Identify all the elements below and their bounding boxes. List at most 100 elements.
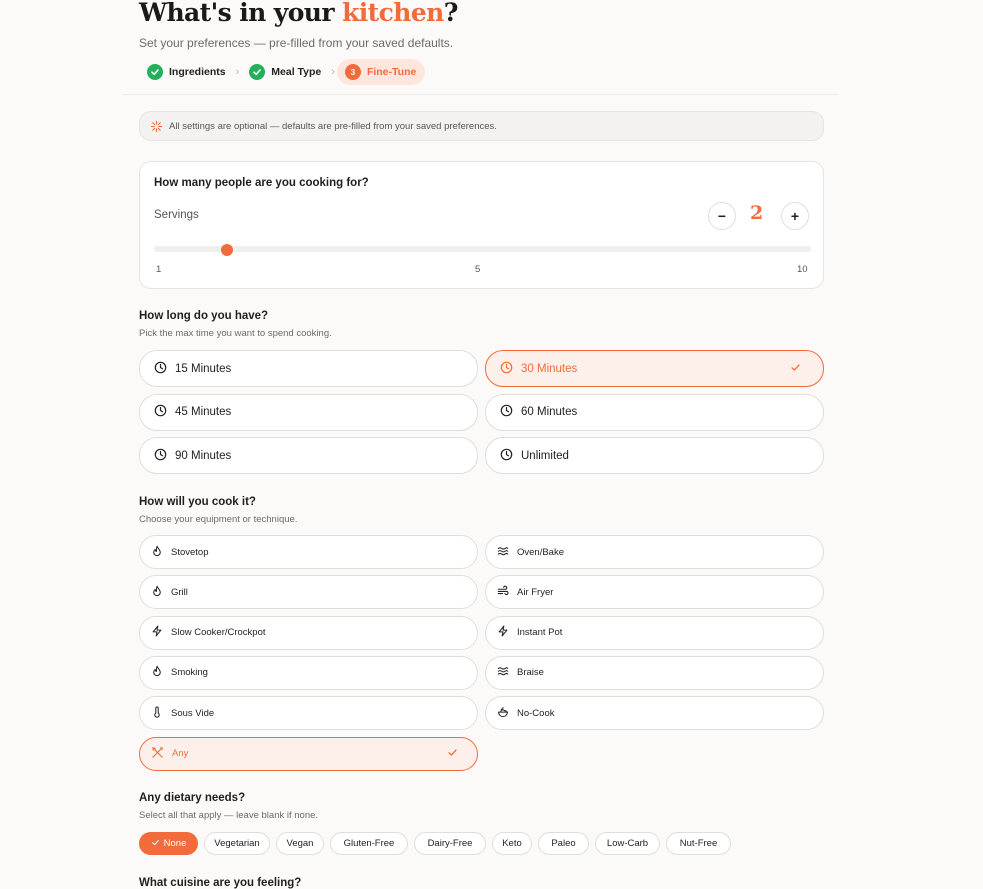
time-option-label: Unlimited bbox=[521, 449, 569, 462]
diet-heading: Any dietary needs? bbox=[139, 792, 246, 804]
diet-chip[interactable]: Paleo bbox=[538, 832, 589, 855]
step-label: Fine-Tune bbox=[366, 66, 417, 78]
equipment-option-label: Slow Cooker/Crockpot bbox=[171, 627, 266, 639]
flame-icon bbox=[151, 665, 171, 680]
zap-icon bbox=[497, 625, 517, 640]
page-title-accent: kitchen bbox=[342, 0, 444, 27]
clock-icon bbox=[154, 404, 175, 420]
equipment-option[interactable]: Stovetop bbox=[139, 535, 478, 569]
step-meal-type[interactable]: Meal Type bbox=[241, 59, 329, 85]
equipment-option[interactable]: Slow Cooker/Crockpot bbox=[139, 615, 478, 650]
cuisine-heading: What cuisine are you feeling? bbox=[139, 877, 302, 889]
check-circle-icon bbox=[249, 64, 266, 80]
check-icon bbox=[151, 838, 164, 850]
page-title: What's in your kitchen? bbox=[139, 0, 458, 27]
chevron-right-icon: › bbox=[331, 66, 335, 78]
zap-icon bbox=[151, 625, 171, 640]
chevron-right-icon: › bbox=[235, 66, 240, 78]
diet-chip[interactable]: Vegetarian bbox=[204, 832, 270, 855]
info-notice: All settings are optional — defaults are… bbox=[139, 111, 824, 141]
equipment-option-label: Smoking bbox=[171, 667, 208, 679]
diet-chip-label: Vegan bbox=[286, 838, 314, 849]
heat-waves-icon bbox=[497, 545, 517, 560]
decrement-button[interactable]: − bbox=[708, 202, 736, 230]
diet-chip[interactable]: Vegan bbox=[276, 832, 324, 855]
time-option[interactable]: 15 Minutes bbox=[139, 350, 478, 387]
slider-tick-max: 10 bbox=[797, 264, 808, 275]
time-option-label: 45 Minutes bbox=[175, 406, 232, 418]
diet-subheading: Select all that apply — leave blank if n… bbox=[139, 810, 319, 821]
equipment-heading: How will you cook it? bbox=[139, 496, 256, 508]
servings-question: How many people are you cooking for? bbox=[154, 177, 369, 189]
servings-label: Servings bbox=[154, 209, 199, 221]
time-option[interactable]: 90 Minutes bbox=[139, 437, 478, 474]
diet-chip[interactable]: Dairy-Free bbox=[414, 832, 486, 855]
step-fine-tune[interactable]: 3 Fine-Tune bbox=[336, 59, 426, 85]
servings-slider-track[interactable] bbox=[154, 246, 811, 252]
servings-slider-thumb[interactable] bbox=[221, 244, 233, 256]
equipment-option-label: Any bbox=[172, 748, 189, 759]
equipment-option[interactable]: Braise bbox=[485, 655, 824, 690]
check-circle-icon bbox=[147, 64, 163, 80]
increment-button[interactable]: + bbox=[781, 202, 809, 230]
equipment-option-label: Oven/Bake bbox=[517, 546, 564, 558]
servings-value: 2 bbox=[750, 202, 764, 224]
equipment-option[interactable]: Air Fryer bbox=[485, 575, 824, 610]
step-label: Ingredients bbox=[169, 66, 226, 78]
equipment-option[interactable]: Smoking bbox=[139, 655, 478, 690]
clock-icon bbox=[500, 404, 521, 420]
time-option[interactable]: 60 Minutes bbox=[485, 393, 824, 431]
time-option[interactable]: Unlimited bbox=[485, 437, 824, 474]
diet-chip-label: Dairy-Free bbox=[427, 838, 473, 849]
diet-chip-label: Vegetarian bbox=[214, 838, 260, 849]
stepper: Ingredients › Meal Type › 3 Fine-Tune bbox=[139, 59, 426, 85]
diet-chip[interactable]: Gluten-Free bbox=[330, 832, 408, 855]
diet-chip-label: Low-Carb bbox=[606, 838, 649, 849]
time-option-label: 30 Minutes bbox=[521, 362, 578, 375]
time-option-label: 60 Minutes bbox=[521, 406, 578, 418]
sparkles-icon bbox=[150, 120, 163, 132]
equipment-option-label: Stovetop bbox=[171, 546, 209, 558]
equipment-option[interactable]: Grill bbox=[139, 575, 478, 610]
equipment-option-label: Sous Vide bbox=[171, 707, 215, 719]
page-subtitle: Set your preferences — pre-filled from y… bbox=[139, 36, 454, 50]
step-number-badge: 3 bbox=[344, 64, 361, 80]
equipment-option[interactable]: Sous Vide bbox=[139, 696, 478, 731]
diet-chip-label: Paleo bbox=[551, 838, 576, 849]
time-option[interactable]: 45 Minutes bbox=[139, 393, 478, 431]
step-label: Meal Type bbox=[271, 66, 322, 78]
equipment-option[interactable]: Instant Pot bbox=[485, 615, 824, 650]
time-option-label: 90 Minutes bbox=[175, 449, 232, 462]
flame-icon bbox=[151, 585, 171, 600]
diet-chip-label: Keto bbox=[502, 838, 522, 849]
diet-chip-label: None bbox=[163, 838, 187, 849]
diet-chip-label: Gluten-Free bbox=[343, 838, 395, 849]
clock-icon bbox=[154, 448, 175, 464]
thermometer-icon bbox=[151, 706, 171, 721]
clock-icon bbox=[154, 361, 175, 377]
diet-chip[interactable]: None bbox=[139, 832, 198, 855]
equipment-option-label: Grill bbox=[171, 586, 188, 598]
slider-tick-min: 1 bbox=[156, 264, 162, 275]
equipment-option-label: Braise bbox=[517, 667, 544, 679]
time-heading: How long do you have? bbox=[139, 310, 269, 322]
heat-waves-icon bbox=[497, 665, 517, 680]
slider-tick-mid: 5 bbox=[475, 264, 481, 275]
equipment-subheading: Choose your equipment or technique. bbox=[139, 514, 298, 525]
divider bbox=[123, 94, 839, 95]
step-ingredients[interactable]: Ingredients bbox=[139, 59, 234, 85]
check-icon bbox=[447, 747, 466, 761]
equipment-option[interactable]: No-Cook bbox=[485, 696, 824, 731]
diet-chip[interactable]: Nut-Free bbox=[666, 832, 731, 855]
equipment-option[interactable]: Oven/Bake bbox=[485, 535, 824, 569]
time-subheading: Pick the max time you want to spend cook… bbox=[139, 328, 332, 339]
equipment-option-label: Air Fryer bbox=[517, 586, 554, 598]
clock-icon bbox=[500, 361, 521, 377]
clock-icon bbox=[500, 448, 521, 464]
time-option-label: 15 Minutes bbox=[175, 362, 232, 375]
diet-chip-label: Nut-Free bbox=[679, 838, 718, 849]
diet-chip[interactable]: Low-Carb bbox=[595, 832, 660, 855]
equipment-option[interactable]: Any bbox=[139, 736, 478, 771]
time-option[interactable]: 30 Minutes bbox=[485, 350, 824, 387]
diet-chip[interactable]: Keto bbox=[492, 832, 532, 855]
